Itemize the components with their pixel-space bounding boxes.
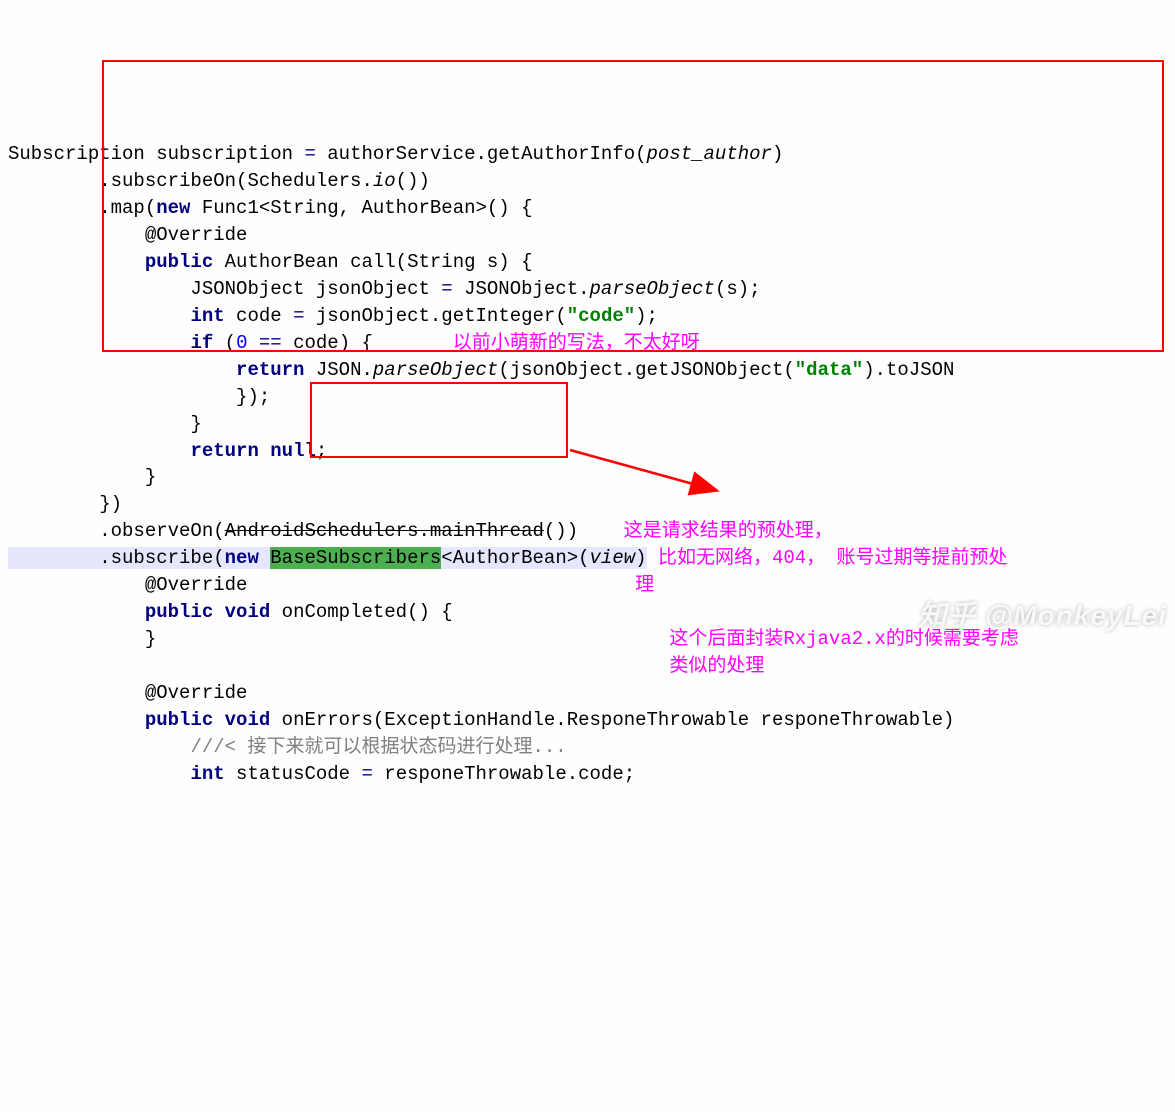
code-line: 类似的处理 xyxy=(8,655,764,677)
code-line: .subscribe(new BaseSubscribers<AuthorBea… xyxy=(8,547,1008,569)
code-line: return JSON.parseObject(jsonObject.getJS… xyxy=(8,359,954,381)
code-line: public void onErrors(ExceptionHandle.Res… xyxy=(8,709,954,731)
annotation-1: 以前小萌新的写法，不太好呀 xyxy=(453,332,700,354)
code-line: int code = jsonObject.getInteger("code")… xyxy=(8,305,658,327)
annotation-2a: 这是请求结果的预处理， xyxy=(624,520,833,542)
code-editor[interactable]: Subscription subscription = authorServic… xyxy=(8,114,1175,788)
watermark: 知乎 @MonkeyLei xyxy=(918,596,1167,636)
code-line: .map(new Func1<String, AuthorBean>() { xyxy=(8,197,533,219)
code-line: return null; xyxy=(8,440,327,462)
code-line: public void onCompleted() { xyxy=(8,601,453,623)
code-line: @Override xyxy=(8,224,247,246)
code-line: ///< 接下来就可以根据状态码进行处理... xyxy=(8,736,567,758)
code-line: @Override 理 xyxy=(8,574,654,596)
code-line: public AuthorBean call(String s) { xyxy=(8,251,533,273)
code-line: .observeOn(AndroidSchedulers.mainThread(… xyxy=(8,520,833,542)
code-line: }); xyxy=(8,386,270,408)
code-line: }) xyxy=(8,493,122,515)
annotation-2c: 理 xyxy=(635,574,654,596)
code-line: Subscription subscription = authorServic… xyxy=(8,143,783,165)
code-line: JSONObject jsonObject = JSONObject.parse… xyxy=(8,278,761,300)
code-line: } xyxy=(8,466,156,488)
annotation-3b: 类似的处理 xyxy=(669,655,764,677)
code-line: .subscribeOn(Schedulers.io()) xyxy=(8,170,430,192)
code-line: int statusCode = responeThrowable.code; xyxy=(8,763,635,785)
code-line: } 这个后面封装Rxjava2.x的时候需要考虑 xyxy=(8,628,1019,650)
code-line: if (0 == code) { 以前小萌新的写法，不太好呀 xyxy=(8,332,700,354)
code-line: } xyxy=(8,413,202,435)
code-line: @Override xyxy=(8,682,247,704)
annotation-2b: 比如无网络，404， 账号过期等提前预处 xyxy=(658,547,1008,569)
